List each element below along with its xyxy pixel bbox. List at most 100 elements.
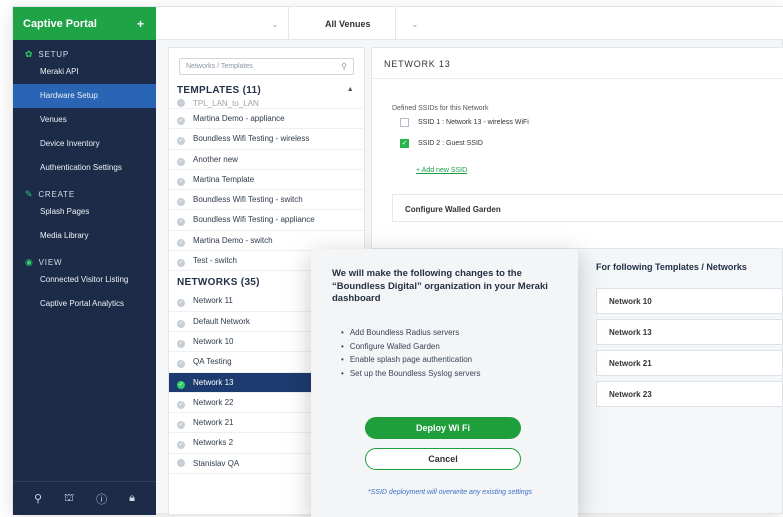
list-item-label: Network 10 [193,336,234,346]
list-item-label: Network 13 [193,377,234,387]
networks-header-label: NETWORKS (35) [177,277,260,289]
brand-label: Captive Portal [23,18,97,30]
templates-list: ✓ Martina Demo - appliance ✓ Boundless Wifi… [169,109,364,272]
venue-selector[interactable]: All Venues [288,7,396,40]
sidebar-section-title: VIEW [38,258,63,267]
gear-icon: ✿ [25,49,34,59]
list-item-label: Martina Demo - switch [193,235,273,245]
check-circle-icon: ✓ [177,157,185,166]
ssid-list: SSID 1 : Network 13 - wireless WiFi ✓ SSID… [372,118,783,154]
sidebar: ✿ SETUP Meraki API Hardware Setup Venues Devi… [13,40,156,515]
list-item[interactable]: TPL_LAN_to_LAN [169,99,364,109]
check-circle-icon: ✓ [177,259,185,268]
ssids-label: Defined SSIDs for this Network [392,105,489,112]
template-row[interactable]: ✓ Martina Template [169,170,364,191]
check-circle-icon: ✓ [177,380,185,389]
check-circle-icon: ✓ [177,299,185,308]
check-circle-icon: ✓ [177,238,185,247]
check-circle-icon: ✓ [177,339,185,348]
target-network-item[interactable]: Network 10 [596,288,783,314]
lock-icon[interactable]: 🔒︎ [129,492,135,505]
list-item-label: Stanislav QA [193,458,240,468]
check-circle-icon: ✓ [177,319,185,328]
search-icon: ⚲ [341,62,347,71]
collapse-caret-icon[interactable]: ▲ [347,86,354,93]
target-networks-list: Network 10 Network 13 Network 21 Network 23 [596,288,783,407]
list-item-label: Boundless Wifi Testing - wireless [193,134,310,144]
check-circle-icon: ✓ [177,441,185,450]
users-icon[interactable]: ⛫ [64,492,74,506]
sidebar-item-captive-portal-analytics[interactable]: Captive Portal Analytics [13,292,156,316]
sidebar-section-title: CREATE [38,190,75,199]
network-title: NETWORK 13 [372,48,783,79]
list-item-label: Another new [193,154,238,164]
template-row[interactable]: ✓ Boundless Wifi Testing - switch [169,190,364,211]
template-row[interactable]: ✓ Another new [169,150,364,170]
ssid-label: SSID 2 : Guest SSID [418,140,483,147]
list-item-label: Network 22 [193,397,234,407]
sidebar-item-device-inventory[interactable]: Device Inventory [13,132,156,156]
sidebar-item-hardware-setup[interactable]: Hardware Setup [13,84,156,108]
check-circle-icon: ✓ [177,117,185,125]
sidebar-item-meraki-api[interactable]: Meraki API [13,60,156,84]
target-network-item[interactable]: Network 13 [596,319,783,345]
eye-icon: ◉ [25,257,34,267]
network-detail-panel: NETWORK 13 Defined SSIDs for this Networ… [371,47,783,249]
sidebar-item-splash-pages[interactable]: Splash Pages [13,200,156,224]
templates-header-label: TEMPLATES (11) [177,85,262,96]
list-item-label: Default Network [193,316,250,326]
network-search-input[interactable]: Networks / Templates ⚲ [179,58,354,75]
change-item: Configure Walled Garden [341,342,481,356]
top-bar: Captive Portal + ⌄ All Venues ⌄ [13,7,783,40]
add-ssid-link[interactable]: + Add new SSID [372,154,783,174]
sidebar-footer: ⚲ ⛫ ⓘ 🔒︎ [13,481,156,515]
sidebar-item-connected-visitor-listing[interactable]: Connected Visitor Listing [13,268,156,292]
change-item: Add Boundless Radius servers [341,328,481,342]
org-dropdown-chevron-icon[interactable]: ⌄ [271,19,279,30]
sidebar-sections: ✿ SETUP Meraki API Hardware Setup Venues Devi… [13,40,156,316]
venue-dropdown-chevron-icon[interactable]: ⌄ [411,19,419,30]
check-circle-icon [177,458,185,467]
template-row[interactable]: ✓ Boundless Wifi Testing - appliance [169,210,364,231]
pencil-icon: ✎ [25,189,34,199]
check-circle-icon: ✓ [177,198,185,207]
check-circle-icon: ✓ [177,218,185,227]
list-item-label: Networks 2 [193,438,234,448]
list-item-label: QA Testing [193,357,232,367]
template-row[interactable]: ✓ Boundless Wifi Testing - wireless [169,129,364,150]
sidebar-section-title: SETUP [38,50,70,59]
change-item: Set up the Boundless Syslog servers [341,369,481,383]
list-item-label: TPL_LAN_to_LAN [193,99,259,108]
sidebar-item-media-library[interactable]: Media Library [13,224,156,248]
configure-walled-garden[interactable]: Configure Walled Garden [392,194,783,222]
help-icon[interactable]: ⓘ [96,491,107,507]
cancel-button[interactable]: Cancel [365,448,521,470]
ssid-checkbox[interactable]: ✓ [400,139,409,148]
template-row[interactable]: ✓ Martina Demo - appliance [169,109,364,130]
brand-button[interactable]: Captive Portal + [13,7,156,40]
sidebar-section-create: ✎ CREATE [13,180,156,200]
check-circle-icon: ✓ [177,137,185,146]
sidebar-item-authentication-settings[interactable]: Authentication Settings [13,156,156,180]
change-item: Enable splash page authentication [341,355,481,369]
check-circle-icon: ✓ [177,400,185,409]
list-item-label: Test - switch [193,256,238,266]
sidebar-item-venues[interactable]: Venues [13,108,156,132]
target-network-item[interactable]: Network 21 [596,350,783,376]
add-icon[interactable]: + [137,17,144,31]
deploy-wifi-button[interactable]: Deploy Wi Fi [365,417,521,439]
changes-list: Add Boundless Radius serversConfigure Wa… [341,328,481,382]
list-item-label: Network 11 [193,296,233,306]
ssid-checkbox[interactable] [400,118,409,127]
check-circle-icon: ✓ [177,421,185,430]
list-item-label: Martina Demo - appliance [193,114,285,123]
list-item-label: Boundless Wifi Testing - switch [193,195,303,205]
check-circle-icon: ✓ [177,177,185,186]
deploy-modal: We will make the following changes to th… [311,249,578,517]
target-network-item[interactable]: Network 23 [596,381,783,407]
list-item-label: Martina Template [193,174,255,184]
list-item-label: Boundless Wifi Testing - appliance [193,215,315,225]
wrench-icon[interactable]: ⚲ [34,492,42,505]
sidebar-section-setup: ✿ SETUP [13,40,156,60]
templates-header[interactable]: TEMPLATES (11) ▲ [169,79,364,99]
